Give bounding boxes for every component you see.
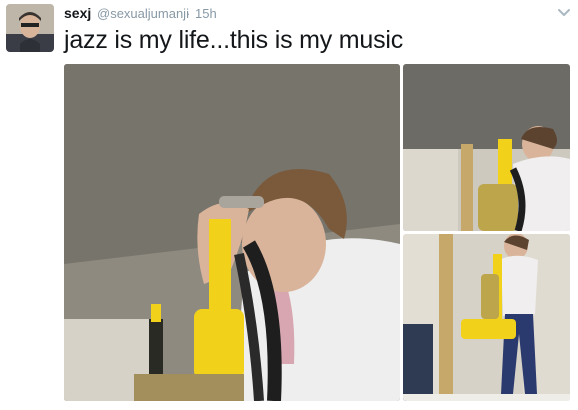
user-handle[interactable]: @sexualjumanji bbox=[97, 6, 189, 21]
avatar[interactable] bbox=[6, 4, 54, 52]
display-name[interactable]: sexj bbox=[64, 5, 91, 21]
meta-separator: · bbox=[186, 6, 191, 21]
tweet: sexj @sexualjumanji · 15h jazz is my lif… bbox=[0, 0, 578, 410]
tweet-text: jazz is my life...this is my music bbox=[64, 26, 404, 54]
chevron-down-icon[interactable] bbox=[556, 4, 572, 20]
photo-main[interactable] bbox=[64, 64, 400, 401]
photo-bottom-right[interactable] bbox=[403, 234, 570, 401]
photo-top-right[interactable] bbox=[403, 64, 570, 231]
timestamp[interactable]: 15h bbox=[195, 6, 217, 21]
